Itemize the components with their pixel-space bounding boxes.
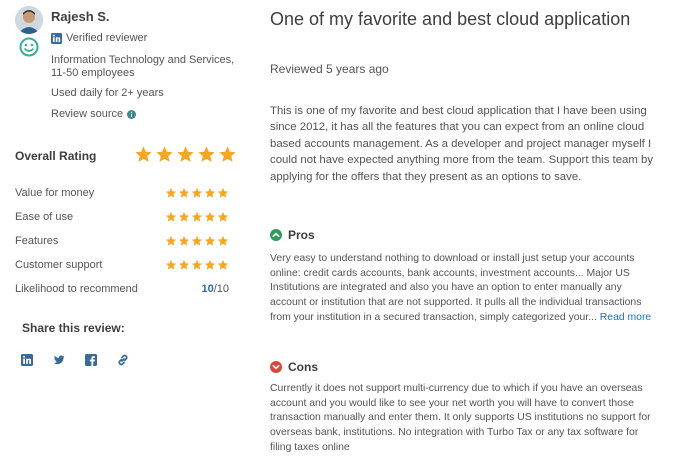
star-icon	[178, 187, 190, 198]
star-icon	[204, 259, 216, 270]
pros-text: Very easy to understand nothing to downl…	[270, 252, 655, 326]
reviewer-badge-icon	[19, 37, 39, 57]
share-label: Share this review:	[22, 321, 125, 335]
rating-likelihood-to-recommend: Likelihood to recommend 10/10	[15, 283, 229, 297]
rating-value-for-money: Value for money	[15, 187, 229, 201]
review-date: Reviewed 5 years ago	[270, 62, 389, 76]
twitter-icon[interactable]	[53, 354, 65, 366]
cons-icon	[270, 361, 282, 373]
star-icon	[198, 146, 215, 162]
star-icon	[204, 235, 216, 246]
read-more-link[interactable]: Read more	[600, 312, 651, 323]
rating-stars	[165, 211, 229, 223]
star-icon	[191, 235, 203, 246]
star-icon	[204, 187, 216, 198]
star-icon	[178, 235, 190, 246]
share-icons	[21, 354, 129, 366]
star-icon	[156, 146, 173, 162]
reviewer-usage: Used daily for 2+ years	[51, 87, 164, 99]
rating-label: Value for money	[15, 187, 95, 199]
rating-stars	[165, 235, 229, 247]
pros-heading: Pros	[270, 228, 315, 242]
verified-label: Verified reviewer	[66, 32, 148, 44]
reviewer-name: Rajesh S.	[51, 9, 110, 24]
star-icon	[217, 211, 229, 222]
facebook-icon[interactable]	[85, 354, 97, 366]
rating-features: Features	[15, 235, 229, 249]
overall-rating-label: Overall Rating	[15, 149, 97, 163]
star-icon	[165, 259, 177, 270]
star-icon	[191, 259, 203, 270]
rating-ease-of-use: Ease of use	[15, 211, 229, 225]
recommend-score: 10/10	[201, 283, 229, 295]
star-icon	[219, 146, 236, 162]
review-source-label: Review source	[51, 108, 124, 120]
review-body: This is one of my favorite and best clou…	[270, 105, 654, 183]
star-icon	[191, 187, 203, 198]
rating-stars	[165, 259, 229, 271]
cons-heading: Cons	[270, 360, 318, 374]
review-source[interactable]: Review source	[51, 108, 137, 120]
star-icon	[178, 211, 190, 222]
star-icon	[191, 211, 203, 222]
pros-content: Very easy to understand nothing to downl…	[270, 253, 642, 323]
link-icon[interactable]	[117, 354, 129, 366]
star-icon	[178, 259, 190, 270]
recommend-score-total: /10	[213, 283, 229, 295]
linkedin-icon	[51, 32, 62, 44]
star-icon	[165, 235, 177, 246]
star-icon	[165, 211, 177, 222]
rating-label: Features	[15, 235, 59, 247]
info-icon[interactable]	[127, 109, 137, 119]
star-icon	[217, 235, 229, 246]
rating-customer-support: Customer support	[15, 259, 229, 273]
rating-stars	[165, 187, 229, 199]
rating-label: Ease of use	[15, 211, 74, 223]
reviewer-industry: Information Technology and Services, 11-…	[51, 54, 235, 79]
cons-label: Cons	[288, 360, 318, 374]
avatar	[15, 6, 43, 34]
star-icon	[165, 187, 177, 198]
linkedin-icon[interactable]	[21, 354, 33, 366]
pros-label: Pros	[288, 228, 315, 242]
pros-icon	[270, 229, 282, 241]
star-icon	[217, 187, 229, 198]
verified-reviewer: Verified reviewer	[51, 32, 147, 44]
overall-rating-stars	[134, 145, 237, 164]
star-icon	[135, 146, 152, 162]
star-icon	[177, 146, 194, 162]
rating-label: Likelihood to recommend	[15, 283, 138, 295]
recommend-score-value: 10	[201, 283, 214, 295]
star-icon	[217, 259, 229, 270]
star-icon	[204, 211, 216, 222]
rating-label: Customer support	[15, 259, 103, 271]
cons-text: Currently it does not support multi-curr…	[270, 383, 651, 453]
review-title: One of my favorite and best cloud applic…	[270, 9, 631, 29]
